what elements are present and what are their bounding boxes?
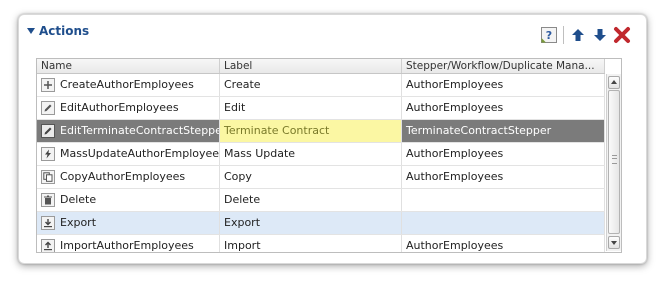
table-row[interactable]: CopyAuthorEmployees Copy AuthorEmployees — [37, 166, 605, 189]
row-name: CreateAuthorEmployees — [60, 78, 194, 91]
name-cell: ImportAuthorEmployees — [37, 235, 220, 252]
row-name: EditTerminateContractStepper — [60, 124, 220, 137]
label-cell: Mass Update — [220, 143, 402, 165]
copy-icon — [41, 170, 55, 184]
toolbar: ? — [537, 24, 632, 46]
move-up-button[interactable] — [568, 25, 588, 45]
scroll-up-arrow-icon[interactable] — [608, 76, 620, 89]
table-row[interactable]: EditAuthorEmployees Edit AuthorEmployees — [37, 97, 605, 120]
actions-grid: Name Label Stepper/Workflow/Duplicate Ma… — [36, 58, 622, 253]
scroll-thumb[interactable] — [608, 90, 620, 234]
label-cell: Import — [220, 235, 402, 252]
row-name: Delete — [60, 193, 97, 206]
collapse-arrow-icon[interactable] — [27, 28, 35, 34]
row-name: MassUpdateAuthorEmployees — [60, 147, 220, 160]
stepper-cell — [402, 212, 605, 234]
row-name: ImportAuthorEmployees — [60, 239, 194, 252]
move-down-button[interactable] — [590, 25, 610, 45]
name-cell: Export — [37, 212, 220, 234]
row-name: EditAuthorEmployees — [60, 101, 179, 114]
delete-x-icon — [614, 27, 630, 43]
stepper-cell: AuthorEmployees — [402, 97, 605, 119]
lightning-icon — [41, 147, 55, 161]
label-cell: Delete — [220, 189, 402, 211]
delete-button[interactable] — [612, 25, 632, 45]
table-row-selected[interactable]: EditTerminateContractStepper Terminate C… — [37, 120, 605, 143]
row-name: CopyAuthorEmployees — [60, 170, 186, 183]
arrow-down-icon — [594, 29, 606, 41]
export-icon — [41, 216, 55, 230]
grid-rows: CreateAuthorEmployees Create AuthorEmplo… — [37, 74, 605, 252]
table-row[interactable]: CreateAuthorEmployees Create AuthorEmplo… — [37, 74, 605, 97]
stepper-cell: AuthorEmployees — [402, 235, 605, 252]
grid-header: Name Label Stepper/Workflow/Duplicate Ma… — [37, 59, 605, 74]
label-cell: Export — [220, 212, 402, 234]
pencil-icon — [41, 124, 55, 138]
table-row[interactable]: Delete Delete — [37, 189, 605, 212]
scroll-grip-icon — [612, 155, 617, 164]
name-cell: CopyAuthorEmployees — [37, 166, 220, 188]
label-cell: Create — [220, 74, 402, 96]
column-header-name[interactable]: Name — [37, 59, 220, 73]
stepper-cell: AuthorEmployees — [402, 74, 605, 96]
stepper-cell: AuthorEmployees — [402, 166, 605, 188]
label-cell: Edit — [220, 97, 402, 119]
name-cell: EditTerminateContractStepper — [37, 120, 220, 142]
table-row[interactable]: ImportAuthorEmployees Import AuthorEmplo… — [37, 235, 605, 252]
plus-icon — [41, 78, 55, 92]
svg-text:?: ? — [546, 29, 552, 42]
row-name: Export — [60, 216, 97, 229]
stepper-cell: TerminateContractStepper — [402, 120, 605, 142]
column-header-label[interactable]: Label — [220, 59, 402, 73]
name-cell: CreateAuthorEmployees — [37, 74, 220, 96]
stepper-cell — [402, 189, 605, 211]
help-button[interactable]: ? — [539, 25, 559, 45]
table-row[interactable]: MassUpdateAuthorEmployees Mass Update Au… — [37, 143, 605, 166]
vertical-scrollbar[interactable] — [606, 74, 621, 251]
column-header-stepper[interactable]: Stepper/Workflow/Duplicate Mana... — [402, 59, 605, 73]
name-cell: EditAuthorEmployees — [37, 97, 220, 119]
pencil-icon — [41, 101, 55, 115]
name-cell: Delete — [37, 189, 220, 211]
help-icon: ? — [541, 27, 557, 43]
actions-panel: Actions ? Name Label Stepper/Workflow/Du… — [18, 14, 647, 264]
table-row-hover[interactable]: Export Export — [37, 212, 605, 235]
label-cell: Copy — [220, 166, 402, 188]
toolbar-separator — [563, 26, 564, 44]
stepper-cell: AuthorEmployees — [402, 143, 605, 165]
arrow-up-icon — [572, 29, 584, 41]
panel-header: Actions ? — [19, 15, 646, 51]
trash-icon — [41, 193, 55, 207]
scroll-down-arrow-icon[interactable] — [608, 236, 620, 249]
panel-title[interactable]: Actions — [39, 24, 89, 38]
name-cell: MassUpdateAuthorEmployees — [37, 143, 220, 165]
import-icon — [41, 239, 55, 252]
label-cell-editing[interactable]: Terminate Contract — [220, 120, 402, 142]
